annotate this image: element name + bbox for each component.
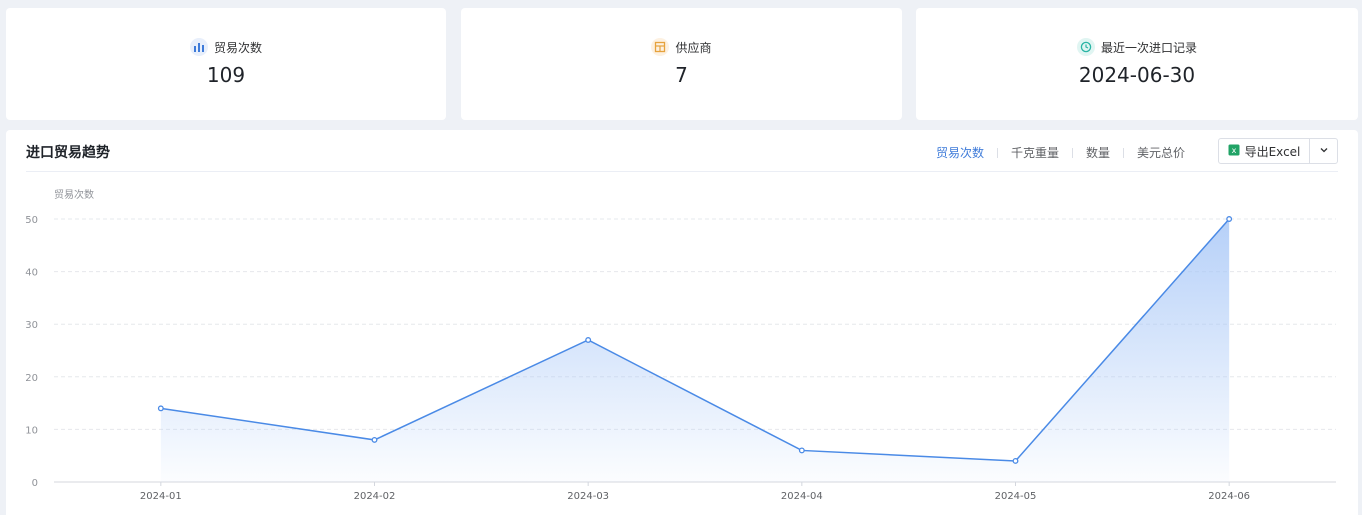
summary-cards: 贸易次数 109 供应商 7 最近一次进口记录 2024-06-30 (6, 8, 1358, 120)
last-import-value: 2024-06-30 (1078, 63, 1196, 87)
bar-chart-icon (189, 38, 208, 56)
last-import-label: 最近一次进口记录 (1100, 40, 1197, 55)
y-axis-title: 贸易次数 (54, 188, 94, 201)
data-point[interactable] (1012, 458, 1019, 464)
supplier-value: 7 (675, 63, 688, 87)
trade-count-label: 贸易次数 (213, 40, 262, 55)
x-tick-label: 2024-05 (995, 491, 1037, 502)
last-import-card: 最近一次进口记录 2024-06-30 (916, 8, 1358, 120)
series-area (160, 219, 1230, 482)
data-point[interactable] (157, 405, 164, 412)
trade-count-card: 贸易次数 109 (6, 8, 446, 120)
x-tick-label: 2024-06 (1208, 491, 1250, 502)
y-tick-label: 20 (25, 373, 38, 384)
supplier-label: 供应商 (675, 40, 712, 55)
x-tick-label: 2024-03 (567, 491, 609, 502)
clock-icon (1076, 38, 1095, 56)
trade-count-value: 109 (206, 63, 246, 87)
y-tick-label: 40 (25, 268, 38, 279)
supplier-card: 供应商 7 (461, 8, 902, 120)
y-tick-label: 0 (32, 478, 38, 489)
supplier-icon (651, 38, 670, 56)
x-tick-label: 2024-02 (354, 491, 396, 502)
data-point[interactable] (798, 447, 805, 454)
trend-panel: 进口贸易趋势 贸易次数 千克重量 数量 美元总价 x 导出Excel 贸易次数 … (6, 130, 1358, 515)
y-tick-label: 30 (25, 320, 38, 331)
y-tick-label: 10 (25, 425, 38, 436)
data-point[interactable] (585, 337, 592, 343)
x-tick-label: 2024-04 (781, 491, 823, 502)
y-tick-label: 50 (25, 215, 38, 226)
data-point[interactable] (371, 436, 378, 443)
trade-trend-chart: 贸易次数 0 10 20 30 40 50 2024-01 2024-02 2024-03 20… (25, 188, 1336, 502)
data-point[interactable] (1226, 216, 1233, 222)
x-tick-label: 2024-01 (140, 491, 182, 502)
